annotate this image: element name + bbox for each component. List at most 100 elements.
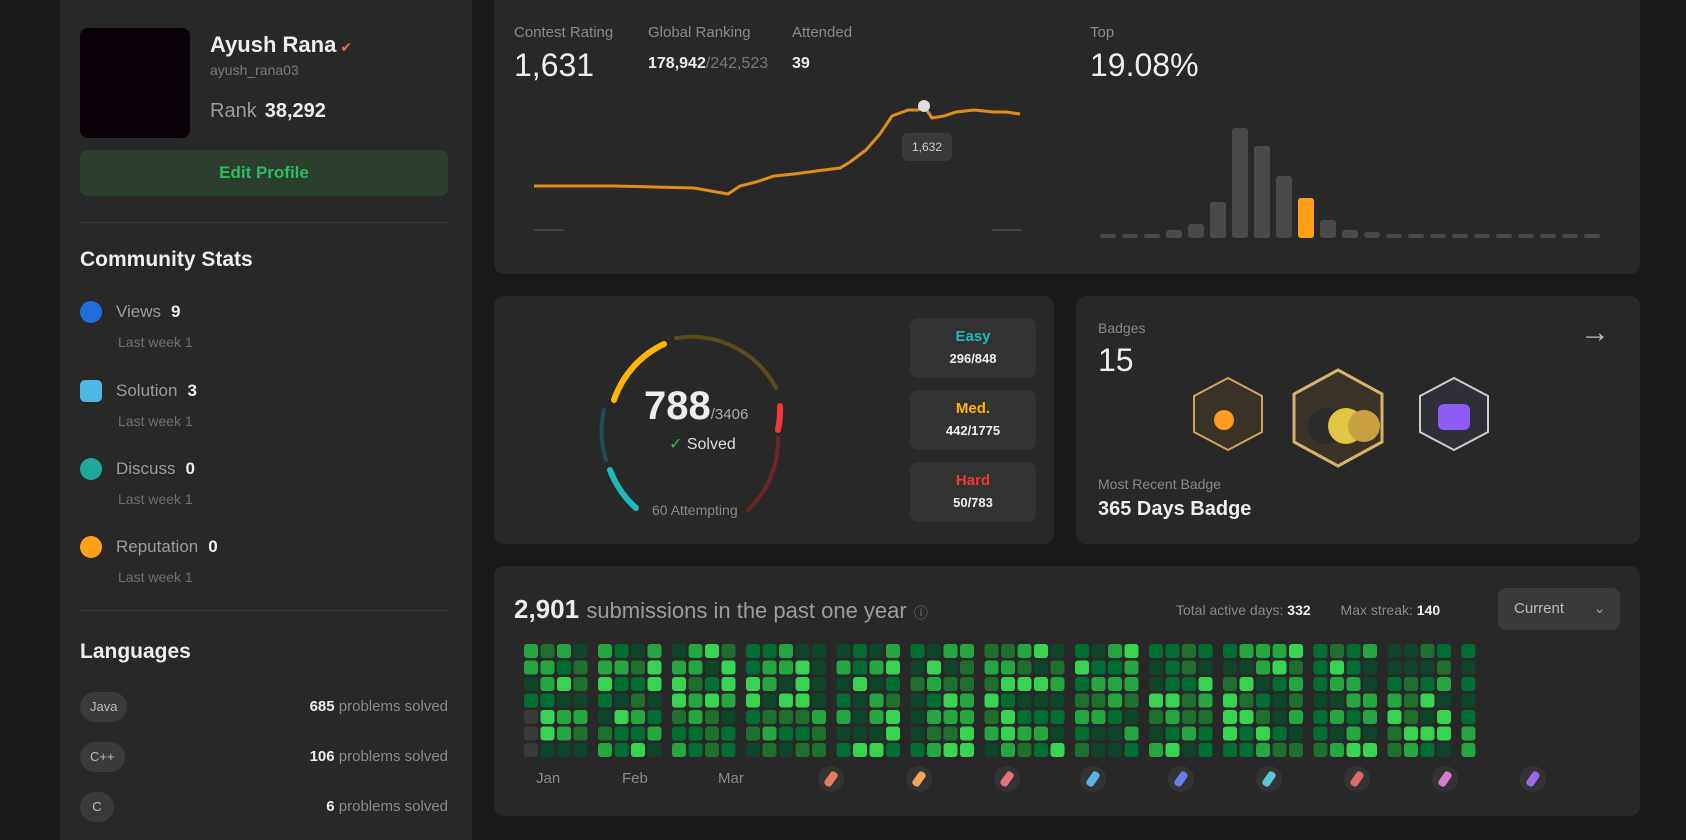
heatmap-cell[interactable] xyxy=(1198,660,1213,675)
heatmap-cell[interactable] xyxy=(1165,726,1180,741)
month-badge-icon[interactable] xyxy=(994,766,1020,792)
histogram-bar[interactable] xyxy=(1474,234,1490,238)
histogram-bar[interactable] xyxy=(1386,234,1402,238)
histogram-bar[interactable] xyxy=(1166,230,1182,238)
heatmap-cell[interactable] xyxy=(647,660,662,675)
heatmap-cell[interactable] xyxy=(1091,644,1106,658)
heatmap-cell[interactable] xyxy=(1346,726,1361,741)
edit-profile-button[interactable]: Edit Profile xyxy=(80,150,448,196)
heatmap-cell[interactable] xyxy=(1404,743,1418,757)
heatmap-cell[interactable] xyxy=(1108,726,1122,741)
heatmap-cell[interactable] xyxy=(812,710,826,724)
heatmap-cell[interactable] xyxy=(1091,710,1106,724)
heatmap-cell[interactable] xyxy=(812,743,826,757)
heatmap-cell[interactable] xyxy=(1289,693,1303,708)
heatmap-cell[interactable] xyxy=(1091,693,1106,708)
heatmap-cell[interactable] xyxy=(1034,743,1048,757)
heatmap-cell[interactable] xyxy=(614,644,629,658)
heatmap-cell[interactable] xyxy=(812,726,826,741)
heatmap-cell[interactable] xyxy=(1363,726,1377,741)
heatmap-cell[interactable] xyxy=(779,726,793,741)
heatmap-cell[interactable] xyxy=(1346,660,1361,675)
heatmap-cell[interactable] xyxy=(1001,726,1015,741)
heatmap-grid[interactable] xyxy=(524,644,1624,764)
heatmap-cell[interactable] xyxy=(869,743,884,757)
heatmap-cell[interactable] xyxy=(721,693,736,708)
histogram-bar[interactable] xyxy=(1320,220,1336,238)
heatmap-cell[interactable] xyxy=(1461,693,1476,708)
heatmap-cell[interactable] xyxy=(1017,693,1032,708)
heatmap-cell[interactable] xyxy=(1313,710,1328,724)
heatmap-cell[interactable] xyxy=(943,677,958,691)
heatmap-cell[interactable] xyxy=(524,644,538,658)
heatmap-cell[interactable] xyxy=(984,710,999,724)
heatmap-cell[interactable] xyxy=(1017,660,1032,675)
heatmap-cell[interactable] xyxy=(1239,660,1254,675)
heatmap-cell[interactable] xyxy=(1420,726,1435,741)
heatmap-cell[interactable] xyxy=(631,693,645,708)
heatmap-cell[interactable] xyxy=(573,644,588,658)
heatmap-cell[interactable] xyxy=(960,726,974,741)
heatmap-cell[interactable] xyxy=(886,644,900,658)
heatmap-cell[interactable] xyxy=(598,710,612,724)
heatmap-cell[interactable] xyxy=(598,677,612,691)
language-tag[interactable]: C xyxy=(80,792,114,822)
heatmap-cell[interactable] xyxy=(1363,693,1377,708)
heatmap-cell[interactable] xyxy=(1330,726,1344,741)
heatmap-cell[interactable] xyxy=(1272,693,1287,708)
heatmap-cell[interactable] xyxy=(721,677,736,691)
heatmap-cell[interactable] xyxy=(886,743,900,757)
histogram-bar[interactable] xyxy=(1122,234,1138,238)
heatmap-cell[interactable] xyxy=(836,743,851,757)
histogram-bar[interactable] xyxy=(1540,234,1556,238)
heatmap-cell[interactable] xyxy=(1346,677,1361,691)
heatmap-cell[interactable] xyxy=(1272,660,1287,675)
heatmap-cell[interactable] xyxy=(960,693,974,708)
heatmap-cell[interactable] xyxy=(1330,644,1344,658)
heatmap-cell[interactable] xyxy=(573,743,588,757)
heatmap-cell[interactable] xyxy=(762,693,777,708)
heatmap-cell[interactable] xyxy=(1017,644,1032,658)
heatmap-cell[interactable] xyxy=(1272,743,1287,757)
heatmap-cell[interactable] xyxy=(1461,644,1476,658)
heatmap-cell[interactable] xyxy=(1420,710,1435,724)
heatmap-cell[interactable] xyxy=(1050,726,1065,741)
histogram-bar[interactable] xyxy=(1210,202,1226,238)
heatmap-cell[interactable] xyxy=(869,693,884,708)
heatmap-cell[interactable] xyxy=(1149,693,1163,708)
heatmap-cell[interactable] xyxy=(1313,677,1328,691)
heatmap-cell[interactable] xyxy=(795,743,810,757)
language-tag[interactable]: C++ xyxy=(80,742,125,772)
heatmap-cell[interactable] xyxy=(779,710,793,724)
heatmap-cell[interactable] xyxy=(672,677,686,691)
heatmap-cell[interactable] xyxy=(1075,660,1089,675)
heatmap-cell[interactable] xyxy=(672,710,686,724)
heatmap-cell[interactable] xyxy=(812,660,826,675)
heatmap-cell[interactable] xyxy=(1091,743,1106,757)
heatmap-cell[interactable] xyxy=(1182,660,1196,675)
heatmap-cell[interactable] xyxy=(647,710,662,724)
heatmap-cell[interactable] xyxy=(910,644,925,658)
heatmap-cell[interactable] xyxy=(540,726,555,741)
heatmap-cell[interactable] xyxy=(705,693,719,708)
heatmap-cell[interactable] xyxy=(1124,743,1139,757)
heatmap-cell[interactable] xyxy=(1272,677,1287,691)
heatmap-cell[interactable] xyxy=(836,693,851,708)
heatmap-cell[interactable] xyxy=(927,743,941,757)
heatmap-cell[interactable] xyxy=(540,710,555,724)
heatmap-cell[interactable] xyxy=(631,743,645,757)
heatmap-cell[interactable] xyxy=(1256,660,1270,675)
heatmap-cell[interactable] xyxy=(1182,710,1196,724)
heatmap-cell[interactable] xyxy=(1198,710,1213,724)
heatmap-cell[interactable] xyxy=(573,710,588,724)
heatmap-cell[interactable] xyxy=(1165,743,1180,757)
heatmap-cell[interactable] xyxy=(1075,693,1089,708)
heatmap-cell[interactable] xyxy=(647,726,662,741)
heatmap-cell[interactable] xyxy=(1223,743,1237,757)
heatmap-cell[interactable] xyxy=(910,726,925,741)
heatmap-cell[interactable] xyxy=(1001,693,1015,708)
heatmap-cell[interactable] xyxy=(886,660,900,675)
histogram-bar[interactable] xyxy=(1188,224,1204,238)
heatmap-cell[interactable] xyxy=(853,644,867,658)
heatmap-cell[interactable] xyxy=(1387,693,1402,708)
